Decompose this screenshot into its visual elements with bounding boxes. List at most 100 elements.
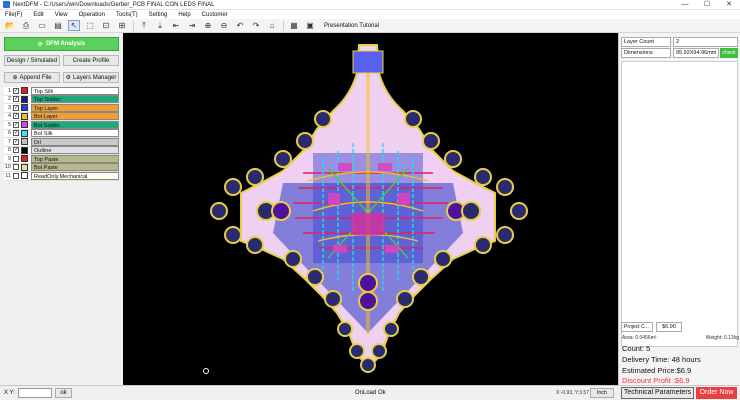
toolbar-separator <box>283 20 284 31</box>
design-simulated-button[interactable]: Design / Simulated <box>4 55 60 66</box>
menu-customer[interactable]: Customer <box>197 12 234 18</box>
align-left-icon[interactable]: ⇤ <box>170 20 182 31</box>
status-text: OnLoad Ok <box>355 390 386 396</box>
layer-name: ReadOnly.Mechanical <box>31 171 119 180</box>
order-now-button[interactable]: Order Now <box>696 387 737 399</box>
grid-icon[interactable]: ⊞ <box>116 20 128 31</box>
menu-tools[interactable]: Tools(T) <box>111 12 144 18</box>
window-icon[interactable]: ▭ <box>36 20 48 31</box>
layer-checkbox[interactable] <box>13 172 19 179</box>
project-cost-row: Project C... $6.90 <box>621 322 738 332</box>
weight-text: Weight: 0.13kg <box>705 335 739 341</box>
append-icon: ⊕ <box>12 75 18 81</box>
minimize-button[interactable]: — <box>674 0 696 10</box>
layer-color-swatch[interactable] <box>21 138 28 146</box>
menu-view[interactable]: View <box>50 12 74 18</box>
zoom-in-icon[interactable]: ⊕ <box>202 20 214 31</box>
layer-name: Bot Paste <box>31 163 119 172</box>
home-icon[interactable]: ⌂ <box>266 20 278 31</box>
layer-checkbox[interactable]: ✓ <box>13 147 19 154</box>
layer-color-swatch[interactable] <box>21 87 28 95</box>
layer-color-swatch[interactable] <box>21 112 28 120</box>
layer-row[interactable]: 10 Bot Paste <box>4 163 119 172</box>
select-pointer-icon[interactable]: ↖ <box>68 20 80 31</box>
dimensions-value: 95.92X94.96mm <box>673 47 719 58</box>
layer-color-swatch[interactable] <box>21 121 28 129</box>
layer-color-swatch[interactable] <box>21 172 28 180</box>
open-folder-icon[interactable]: 📂 <box>4 20 16 31</box>
layer-name: Drl <box>31 137 119 146</box>
layer-checkbox[interactable]: ✓ <box>13 96 19 103</box>
layer-row[interactable]: 11 ReadOnly.Mechanical <box>4 171 119 181</box>
append-file-button[interactable]: ⊕ Append File <box>4 72 60 83</box>
layers-icon[interactable]: ▤ <box>52 20 64 31</box>
layer-checkbox[interactable] <box>13 164 19 171</box>
xy-label: X Y: <box>4 390 15 396</box>
layer-name: Bot Solder <box>31 120 119 129</box>
layer-color-swatch[interactable] <box>21 146 28 154</box>
layer-checkbox[interactable]: ✓ <box>13 87 19 94</box>
align-bottom-icon[interactable]: ⤓ <box>154 20 166 31</box>
create-profile-button[interactable]: Create Profile <box>63 55 119 66</box>
panel-layout-icon[interactable]: ▦ <box>288 20 300 31</box>
align-right-icon[interactable]: ⇥ <box>186 20 198 31</box>
layers-manager-button[interactable]: ⚙ Layers Manager <box>63 72 119 83</box>
box-select-icon[interactable]: ⬚ <box>84 20 96 31</box>
align-top-icon[interactable]: ⤒ <box>138 20 150 31</box>
unit-toggle-button[interactable]: Inch <box>590 388 614 398</box>
layer-row[interactable]: 5 ✓ Bot Solder <box>4 120 119 130</box>
toolbar: 📂 ⎙ ▭ ▤ ↖ ⬚ ⊡ ⊞ ⤒ ⤓ ⇤ ⇥ ⊕ ⊖ ↶ ↷ ⌂ ▦ ▣ Pr… <box>0 19 740 33</box>
cursor-coordinates: X:-0.93, Y:3.57 <box>556 390 589 396</box>
layer-row[interactable]: 9 Top Paste <box>4 154 119 164</box>
layer-name: Top Solder <box>31 95 119 104</box>
layer-row[interactable]: 6 ✓ Bot Silk <box>4 129 119 138</box>
layer-checkbox[interactable]: ✓ <box>13 121 19 128</box>
layer-checkbox[interactable]: ✓ <box>13 138 19 145</box>
xy-input[interactable] <box>18 388 52 398</box>
menu-edit[interactable]: Edit <box>28 12 49 18</box>
redo-icon[interactable]: ↷ <box>250 20 262 31</box>
layer-row[interactable]: 2 ✓ Top Solder <box>4 95 119 104</box>
menu-operation[interactable]: Operation <box>74 12 111 18</box>
status-bar: X Y: ok OnLoad Ok X:-0.93, Y:3.57 Inch T… <box>0 385 740 400</box>
menu-setting[interactable]: Setting <box>144 12 174 18</box>
dfm-analysis-label: DFM Analysis <box>45 41 86 47</box>
layer-row[interactable]: 1 ✓ Top Silk <box>4 86 119 96</box>
layer-checkbox[interactable] <box>13 155 19 162</box>
layer-color-swatch[interactable] <box>21 104 28 112</box>
dimensions-row: Dimensions 95.92X94.96mm check <box>621 47 738 58</box>
layer-checkbox[interactable]: ✓ <box>13 104 19 111</box>
measure-icon[interactable]: ⊡ <box>100 20 112 31</box>
append-file-label: Append File <box>19 74 52 81</box>
layer-color-swatch[interactable] <box>21 129 28 137</box>
layer-row[interactable]: 8 ✓ Outline <box>4 146 119 155</box>
layer-color-swatch[interactable] <box>21 155 28 163</box>
print-icon[interactable]: ⎙ <box>20 20 32 31</box>
check-button[interactable]: check <box>720 47 738 58</box>
dimensions-label: Dimensions <box>621 47 671 58</box>
ok-button[interactable]: ok <box>55 388 72 398</box>
refresh-icon: ⟳ <box>37 41 43 48</box>
layer-row[interactable]: 4 ✓ Bot Layer <box>4 112 119 121</box>
mode-label[interactable]: Presentation Tutorial <box>324 23 379 29</box>
info-area <box>621 61 738 347</box>
layer-row[interactable]: 7 ✓ Drl <box>4 137 119 147</box>
layer-row[interactable]: 3 ✓ Top Layer <box>4 103 119 113</box>
layer-checkbox[interactable]: ✓ <box>13 130 19 137</box>
estimated-price-text: Estimated Price:$6.9 <box>622 366 692 375</box>
view-3d-icon[interactable]: ▣ <box>304 20 316 31</box>
dfm-analysis-button[interactable]: ⟳ DFM Analysis <box>4 37 119 51</box>
undo-icon[interactable]: ↶ <box>234 20 246 31</box>
close-button[interactable]: ✕ <box>718 0 740 10</box>
zoom-out-icon[interactable]: ⊖ <box>218 20 230 31</box>
layer-color-swatch[interactable] <box>21 95 28 103</box>
menu-file[interactable]: File(F) <box>0 12 28 18</box>
pcb-canvas[interactable] <box>123 33 618 385</box>
maximize-button[interactable]: ☐ <box>696 0 718 10</box>
gear-icon: ⚙ <box>65 75 72 81</box>
layer-checkbox[interactable]: ✓ <box>13 113 19 120</box>
pcb-render <box>203 44 528 374</box>
layer-color-swatch[interactable] <box>21 163 28 171</box>
menu-help[interactable]: Help <box>173 12 196 18</box>
technical-parameters-button[interactable]: Technical Parameters <box>621 387 694 399</box>
